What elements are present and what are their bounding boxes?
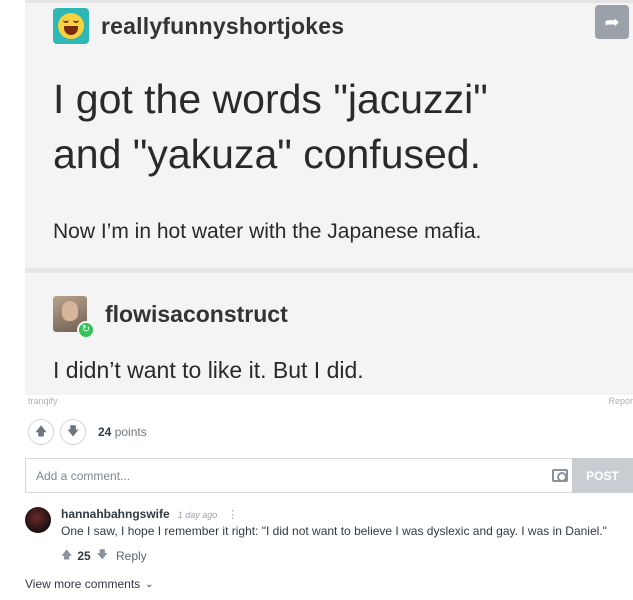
comment-username[interactable]: hannahbahngswife [61, 507, 170, 521]
source-label[interactable]: tranqify [28, 396, 58, 406]
commenter-avatar[interactable] [25, 507, 51, 533]
post-comment-button[interactable]: POST [572, 458, 633, 493]
comment-input[interactable] [26, 459, 546, 492]
comment-downvote-icon[interactable]: 🡇 [97, 546, 108, 565]
comment-upvote-icon[interactable]: 🡅 [61, 546, 72, 565]
vote-bar: 🡅 🡇 24 points [28, 419, 147, 445]
headline-line-1: I got the words "jacuzzi" [53, 76, 488, 122]
report-link[interactable]: Repor [608, 396, 633, 406]
camera-icon[interactable] [552, 469, 568, 482]
downvote-arrow-icon: 🡇 [66, 423, 80, 438]
original-blog-name: reallyfunnyshortjokes [101, 12, 345, 39]
comment-actions: 🡅 25 🡇 Reply [61, 546, 147, 565]
joke-headline: I got the words "jacuzzi" and "yakuza" c… [53, 72, 613, 182]
headline-line-2: and "yakuza" confused. [53, 131, 481, 177]
comment-score: 25 [77, 548, 91, 563]
reblog-header: ↻ flowisaconstruct [53, 296, 288, 339]
reblog-divider [25, 268, 633, 273]
view-more-comments-button[interactable]: View more comments ⌄ [25, 577, 154, 591]
upvote-button[interactable]: 🡅 [28, 419, 54, 445]
vertical-dots-icon[interactable]: ⋮ [227, 508, 238, 521]
points-value: 24 [98, 425, 112, 439]
reblog-blog-name: flowisaconstruct [105, 300, 288, 327]
points-label: points [114, 425, 147, 439]
downvote-button[interactable]: 🡇 [60, 419, 86, 445]
chevron-down-icon: ⌄ [145, 578, 154, 590]
joke-punchline: Now I’m in hot water with the Japanese m… [53, 220, 482, 243]
comment-timestamp: 1 day ago [177, 510, 218, 520]
reblog-text: I didn’t want to like it. But I did. [53, 357, 364, 383]
original-blog-header: reallyfunnyshortjokes [53, 8, 344, 44]
page: reallyfunnyshortjokes ➦ I got the words … [0, 0, 633, 600]
share-button[interactable]: ➦ [595, 5, 629, 39]
comment-text: One I saw, I hope I remember it right: "… [61, 524, 607, 538]
points-count: 24 points [98, 425, 147, 439]
reblogger-avatar: ↻ [53, 296, 95, 339]
laughing-emoji-avatar [53, 8, 89, 44]
reblog-icon: ↻ [77, 321, 95, 339]
comment-reply-button[interactable]: Reply [116, 549, 147, 563]
comment-form: POST [25, 458, 633, 493]
comment-header: hannahbahngswife 1 day ago ⋮ [61, 507, 238, 521]
upvote-arrow-icon: 🡅 [34, 423, 48, 438]
share-arrow-icon: ➦ [604, 11, 620, 32]
post-image: reallyfunnyshortjokes ➦ I got the words … [25, 0, 633, 395]
view-more-label: View more comments [25, 577, 141, 591]
divider [25, 0, 633, 3]
laughing-face-icon [58, 13, 84, 39]
